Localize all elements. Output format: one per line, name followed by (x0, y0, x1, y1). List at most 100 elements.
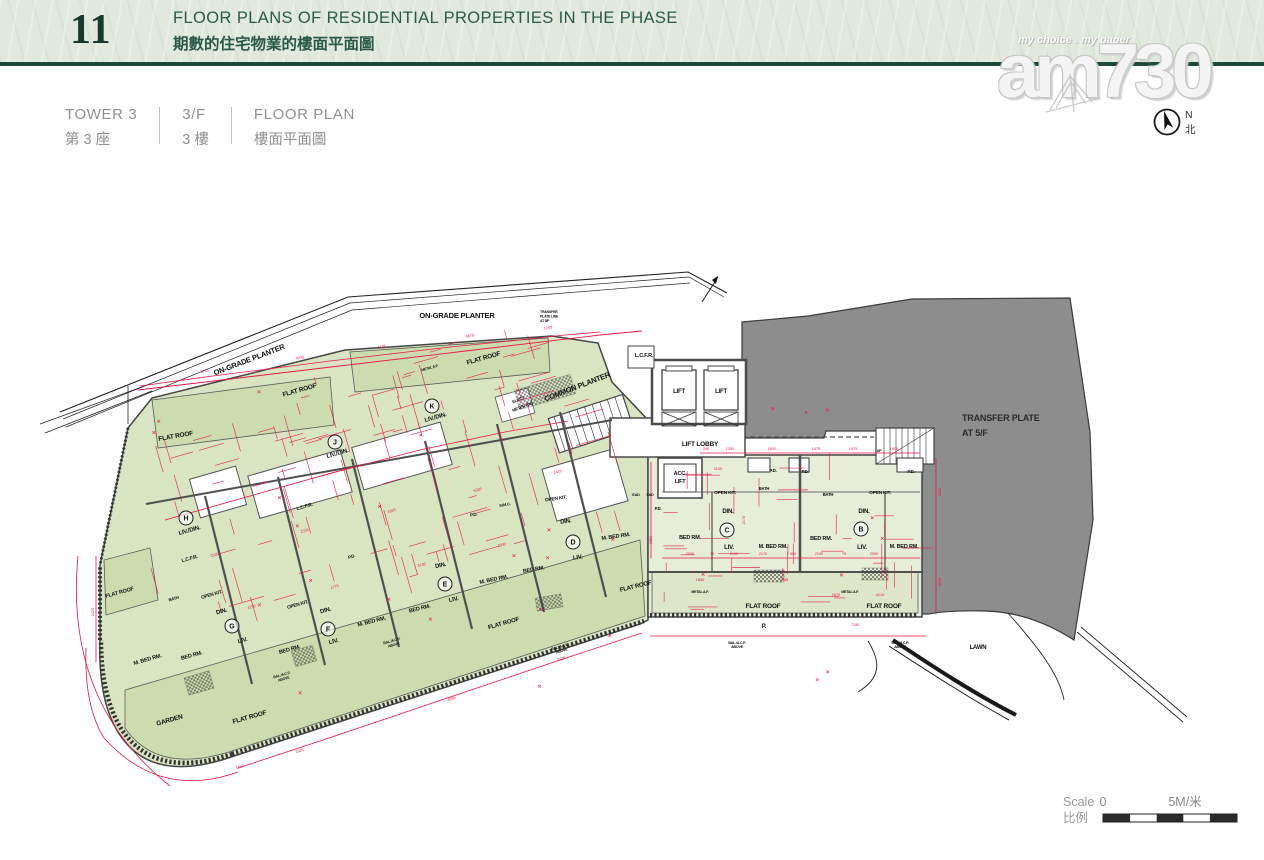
room-label: LIFT (675, 479, 687, 485)
floor-zh: 3 樓 (182, 128, 209, 149)
scale-bar: Scale 比例 0 5M/米 (1063, 795, 1237, 825)
floor-en: 3/F (182, 106, 209, 123)
room-label: LIFT (673, 389, 685, 395)
dim-label: 2348 (780, 578, 788, 582)
dim-label: 2170 (759, 552, 767, 556)
dim-label: 2850 (649, 536, 653, 544)
room-label: OPEN KIT. (869, 490, 891, 496)
dim-label: 300 (790, 552, 796, 556)
unit-letter: K (429, 404, 434, 411)
room-label: AT 5/F (962, 428, 988, 438)
brochure-page: 11 FLOOR PLANS OF RESIDENTIAL PROPERTIES… (0, 0, 1264, 860)
dim-label: 2135 (200, 368, 209, 373)
info-divider-2 (231, 107, 232, 144)
tower-en: TOWER 3 (65, 106, 137, 123)
tower-info: TOWER 3 第 3 座 3/F 3 樓 FLOOR PLAN 樓面平面圖 (65, 106, 377, 149)
room-label: M. BED RM. (890, 544, 920, 550)
room-label: P.D. (907, 469, 914, 474)
room-label: FLAT ROOF (746, 603, 781, 610)
room-label: LIV. (724, 545, 734, 551)
room-label: OPEN KIT. (714, 490, 736, 496)
plan-en: FLOOR PLAN (254, 106, 355, 123)
dim-label: 1850 (696, 578, 704, 582)
room-label: FLAT ROOF (867, 603, 902, 610)
room-label: DIN. (722, 509, 734, 515)
dim-label: 4875 (465, 333, 474, 338)
room-label: DIN. (858, 509, 870, 515)
room-label: ABOVE (731, 645, 744, 649)
unit-letter: J (333, 440, 337, 447)
scale-zero: 0 (1100, 795, 1107, 809)
dim-label: 1100 (714, 467, 722, 471)
info-divider (159, 107, 160, 144)
dim-label: 1200 (543, 326, 552, 331)
dim-label: 1675 (832, 593, 840, 597)
dim-label: 2100 (730, 552, 738, 556)
scale-label-zh: 比例 (1063, 811, 1088, 825)
dim-label: 2050 (686, 552, 694, 556)
scale-bar-segments (1103, 814, 1237, 822)
page-number: 11 (70, 6, 112, 54)
room-label: METAL A.F. (841, 590, 859, 594)
scale-label-en: Scale (1063, 795, 1094, 809)
page-title-zh: 期數的住宅物業的樓面平面圖 (173, 32, 678, 54)
dim-label: 1475 (849, 447, 857, 451)
unit-letter: H (183, 516, 188, 523)
unit-letter: B (858, 527, 863, 534)
dim-label: 1150 (235, 764, 244, 770)
unit-letter: C (724, 528, 729, 535)
dim-label: 7150 (851, 623, 859, 627)
dim-label: 1350 (726, 447, 734, 451)
room-label: AT 5/F (540, 319, 550, 323)
dim-label: 3045 (938, 578, 942, 586)
room-label: METAL A.F. (691, 590, 709, 594)
room-label: FAD (647, 493, 654, 497)
room-label: P. (762, 624, 767, 630)
floor-label: 3/F 3 樓 (182, 106, 209, 149)
room-label: BED RM. (810, 536, 832, 542)
room-label: ABOVE (894, 645, 907, 649)
room-label: LIFT LOBBY (682, 441, 719, 448)
unit-letter: E (443, 582, 448, 589)
dim-label: 4210 (876, 593, 884, 597)
tower-label: TOWER 3 第 3 座 (65, 106, 137, 149)
dim-label: 75 (842, 552, 846, 556)
room-label: LAWN (970, 645, 987, 651)
dim-label: 3425 (91, 608, 95, 616)
dim-label: 1600 (768, 447, 776, 451)
room-label: TRANSFER (540, 310, 558, 314)
scale-max: 5M/米 (1168, 795, 1202, 809)
dim-label: 2335 (938, 488, 942, 496)
room-label: BATH (759, 486, 770, 491)
roads-and-lawn (858, 613, 1187, 722)
page-title-en: FLOOR PLANS OF RESIDENTIAL PROPERTIES IN… (173, 9, 678, 28)
room-label: M. BED RM. (759, 544, 789, 550)
am730-logo: my choice . my paper am730 (985, 26, 1225, 126)
room-label: PLATE LINE (540, 315, 559, 319)
dim-label: 1825 (295, 748, 304, 754)
room-label: EAD (632, 493, 640, 497)
dim-label: 245 (703, 447, 709, 451)
dim-label: 75 (710, 552, 714, 556)
tower-zh: 第 3 座 (65, 128, 137, 149)
dim-label: 2335 (557, 656, 566, 662)
room-label: P.D. (655, 506, 662, 511)
unit-letter: F (326, 627, 331, 634)
room-label: TRANSFER PLATE (962, 413, 1040, 423)
dim-label: 2100 (815, 552, 823, 556)
plan-zh: 樓面平面圖 (254, 128, 355, 149)
dim-label: 1600 (890, 447, 898, 451)
dim-label: 2170 (742, 516, 746, 524)
room-label: ACC. (674, 471, 687, 477)
room-label: P.D. (769, 468, 776, 473)
room-label: L.C.F.R. (635, 353, 654, 359)
page-titles: FLOOR PLANS OF RESIDENTIAL PROPERTIES IN… (173, 9, 678, 54)
unit-letter: G (229, 624, 235, 631)
dim-label: 2050 (870, 552, 878, 556)
room-label: LIFT (715, 389, 727, 395)
room-label: BATH (823, 492, 834, 497)
room-label: P.D. (802, 469, 809, 474)
room-label: LIV. (857, 545, 867, 551)
unit-letter: D (570, 540, 575, 547)
room-label: BED RM. (679, 535, 701, 541)
